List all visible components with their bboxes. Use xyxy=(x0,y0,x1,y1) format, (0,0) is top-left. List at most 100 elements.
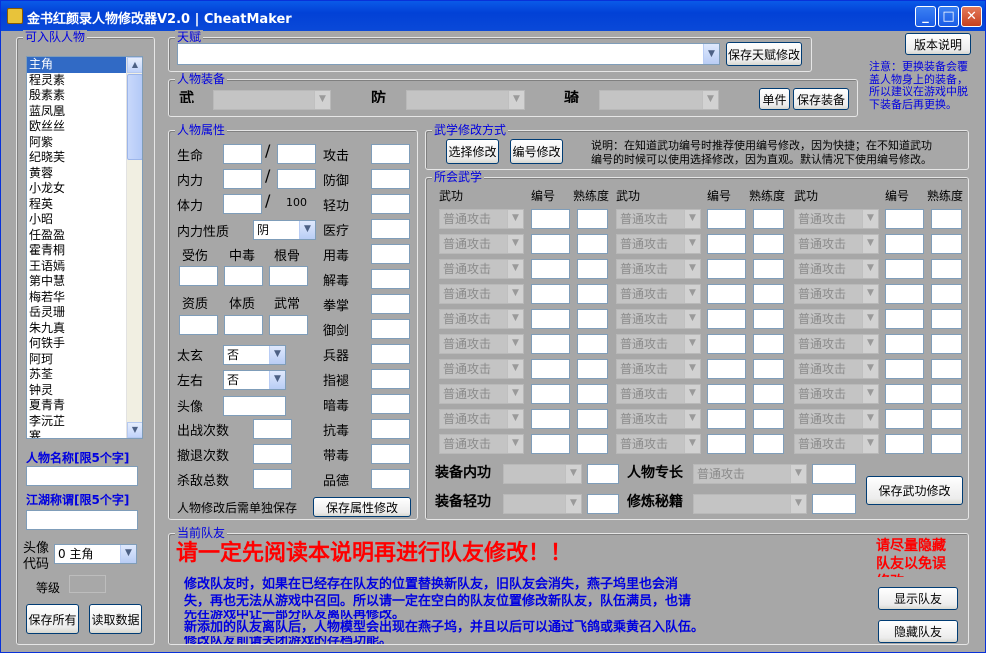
skill-id-input[interactable] xyxy=(707,434,746,454)
roster-item[interactable]: 寒 xyxy=(27,429,142,438)
skill-proficiency-input[interactable] xyxy=(577,334,608,354)
inner-skill-input[interactable] xyxy=(587,464,619,484)
chevron-down-icon[interactable]: ▼ xyxy=(684,285,700,303)
portrait-attr-input[interactable] xyxy=(223,396,286,416)
skill-proficiency-input[interactable] xyxy=(577,409,608,429)
chevron-down-icon[interactable]: ▼ xyxy=(862,385,878,403)
skill-proficiency-input[interactable] xyxy=(753,434,784,454)
chevron-down-icon[interactable]: ▼ xyxy=(507,360,523,378)
chevron-down-icon[interactable]: ▼ xyxy=(684,385,700,403)
roster-item[interactable]: 阿紫 xyxy=(27,135,142,151)
skill-select[interactable]: 普通攻击 ▼ xyxy=(439,234,524,254)
skill-proficiency-input[interactable] xyxy=(931,334,962,354)
mp-max-input[interactable] xyxy=(277,169,316,189)
skill-proficiency-input[interactable] xyxy=(931,259,962,279)
chevron-down-icon[interactable]: ▼ xyxy=(684,260,700,278)
cultivate-select[interactable]: ▼ xyxy=(693,494,807,514)
skill-select[interactable]: 普通攻击 ▼ xyxy=(794,334,879,354)
skill-id-input[interactable] xyxy=(707,234,746,254)
skill-id-input[interactable] xyxy=(707,384,746,404)
taixuan-select[interactable]: 否 ▼ xyxy=(223,345,286,365)
scroll-up-icon[interactable]: ▲ xyxy=(127,57,142,73)
skill-proficiency-input[interactable] xyxy=(931,234,962,254)
skill-select[interactable]: 普通攻击 ▼ xyxy=(616,434,701,454)
chevron-down-icon[interactable]: ▼ xyxy=(299,221,315,239)
chevron-down-icon[interactable]: ▼ xyxy=(314,91,330,109)
attack-input[interactable] xyxy=(371,144,410,164)
skill-select[interactable]: 普通攻击 ▼ xyxy=(439,284,524,304)
roster-item[interactable]: 小昭 xyxy=(27,212,142,228)
skill-select[interactable]: 普通攻击 ▼ xyxy=(616,359,701,379)
skill-id-input[interactable] xyxy=(707,309,746,329)
chevron-down-icon[interactable]: ▼ xyxy=(862,210,878,228)
finger-input[interactable] xyxy=(371,369,410,389)
mount-select[interactable]: ▼ xyxy=(599,90,719,110)
version-button[interactable]: 版本说明 xyxy=(905,33,971,55)
skill-select[interactable]: 普通攻击 ▼ xyxy=(439,309,524,329)
roster-item[interactable]: 苏荃 xyxy=(27,367,142,383)
chevron-down-icon[interactable]: ▼ xyxy=(507,435,523,453)
hp-max-input[interactable] xyxy=(277,144,316,164)
injury-input[interactable] xyxy=(179,266,218,286)
skill-id-input[interactable] xyxy=(531,359,570,379)
chevron-down-icon[interactable]: ▼ xyxy=(684,410,700,428)
chevron-down-icon[interactable]: ▼ xyxy=(507,210,523,228)
skill-proficiency-input[interactable] xyxy=(931,434,962,454)
chevron-down-icon[interactable]: ▼ xyxy=(507,310,523,328)
skill-select[interactable]: 普通攻击 ▼ xyxy=(439,384,524,404)
roster-scrollbar[interactable]: ▲ ▼ xyxy=(126,57,142,438)
skill-select[interactable]: 普通攻击 ▼ xyxy=(616,209,701,229)
defense-input[interactable] xyxy=(371,169,410,189)
stamina-input[interactable] xyxy=(223,194,262,214)
roster-item[interactable]: 梅若华 xyxy=(27,290,142,306)
chevron-down-icon[interactable]: ▼ xyxy=(684,435,700,453)
show-team-button[interactable]: 显示队友 xyxy=(878,587,958,610)
agility-input[interactable] xyxy=(371,194,410,214)
skill-id-input[interactable] xyxy=(531,284,570,304)
skill-select[interactable]: 普通攻击 ▼ xyxy=(794,359,879,379)
detox-input[interactable] xyxy=(371,269,410,289)
skill-id-input[interactable] xyxy=(531,334,570,354)
close-button[interactable]: ✕ xyxy=(961,6,982,27)
roster-item[interactable]: 殷素素 xyxy=(27,88,142,104)
skill-proficiency-input[interactable] xyxy=(577,284,608,304)
roster-item[interactable]: 黄蓉 xyxy=(27,166,142,182)
use-poison-input[interactable] xyxy=(371,244,410,264)
single-item-button[interactable]: 单件 xyxy=(759,88,790,110)
skill-select[interactable]: 普通攻击 ▼ xyxy=(794,209,879,229)
skill-select[interactable]: 普通攻击 ▼ xyxy=(439,434,524,454)
scroll-down-icon[interactable]: ▼ xyxy=(127,422,142,438)
talent-select[interactable]: ▼ xyxy=(177,43,720,65)
name-input[interactable] xyxy=(26,466,138,486)
chevron-down-icon[interactable]: ▼ xyxy=(790,465,806,483)
chevron-down-icon[interactable]: ▼ xyxy=(507,335,523,353)
hide-team-button[interactable]: 隐藏队友 xyxy=(878,620,958,643)
skill-id-input[interactable] xyxy=(885,409,924,429)
skill-id-input[interactable] xyxy=(531,234,570,254)
martial-input[interactable] xyxy=(269,315,308,335)
title-input[interactable] xyxy=(26,510,138,530)
skill-select[interactable]: 普通攻击 ▼ xyxy=(439,359,524,379)
skill-select[interactable]: 普通攻击 ▼ xyxy=(616,284,701,304)
roster-item[interactable]: 夏青青 xyxy=(27,398,142,414)
skill-id-input[interactable] xyxy=(707,409,746,429)
skill-proficiency-input[interactable] xyxy=(577,309,608,329)
skill-proficiency-input[interactable] xyxy=(931,309,962,329)
roster-list[interactable]: 主角 程灵素 殷素素 蓝凤凰 欧丝丝 阿紫 纪晓芙 黄蓉 小龙女 程英 小昭 任盈盈 霍青桐 王语嫣 第中慧… xyxy=(26,56,143,439)
skill-select[interactable]: 普通攻击 ▼ xyxy=(616,334,701,354)
skill-id-input[interactable] xyxy=(885,234,924,254)
roster-item[interactable]: 钟灵 xyxy=(27,383,142,399)
chevron-down-icon[interactable]: ▼ xyxy=(862,260,878,278)
skill-select[interactable]: 普通攻击 ▼ xyxy=(439,409,524,429)
skill-id-input[interactable] xyxy=(707,334,746,354)
skill-proficiency-input[interactable] xyxy=(931,384,962,404)
skill-select[interactable]: 普通攻击 ▼ xyxy=(794,434,879,454)
chevron-down-icon[interactable]: ▼ xyxy=(565,465,581,483)
skill-proficiency-input[interactable] xyxy=(753,284,784,304)
skill-id-input[interactable] xyxy=(531,259,570,279)
special-select[interactable]: 普通攻击 ▼ xyxy=(693,464,807,484)
chevron-down-icon[interactable]: ▼ xyxy=(120,545,136,563)
skill-id-input[interactable] xyxy=(707,359,746,379)
battles-input[interactable] xyxy=(253,419,292,439)
skill-id-input[interactable] xyxy=(885,384,924,404)
